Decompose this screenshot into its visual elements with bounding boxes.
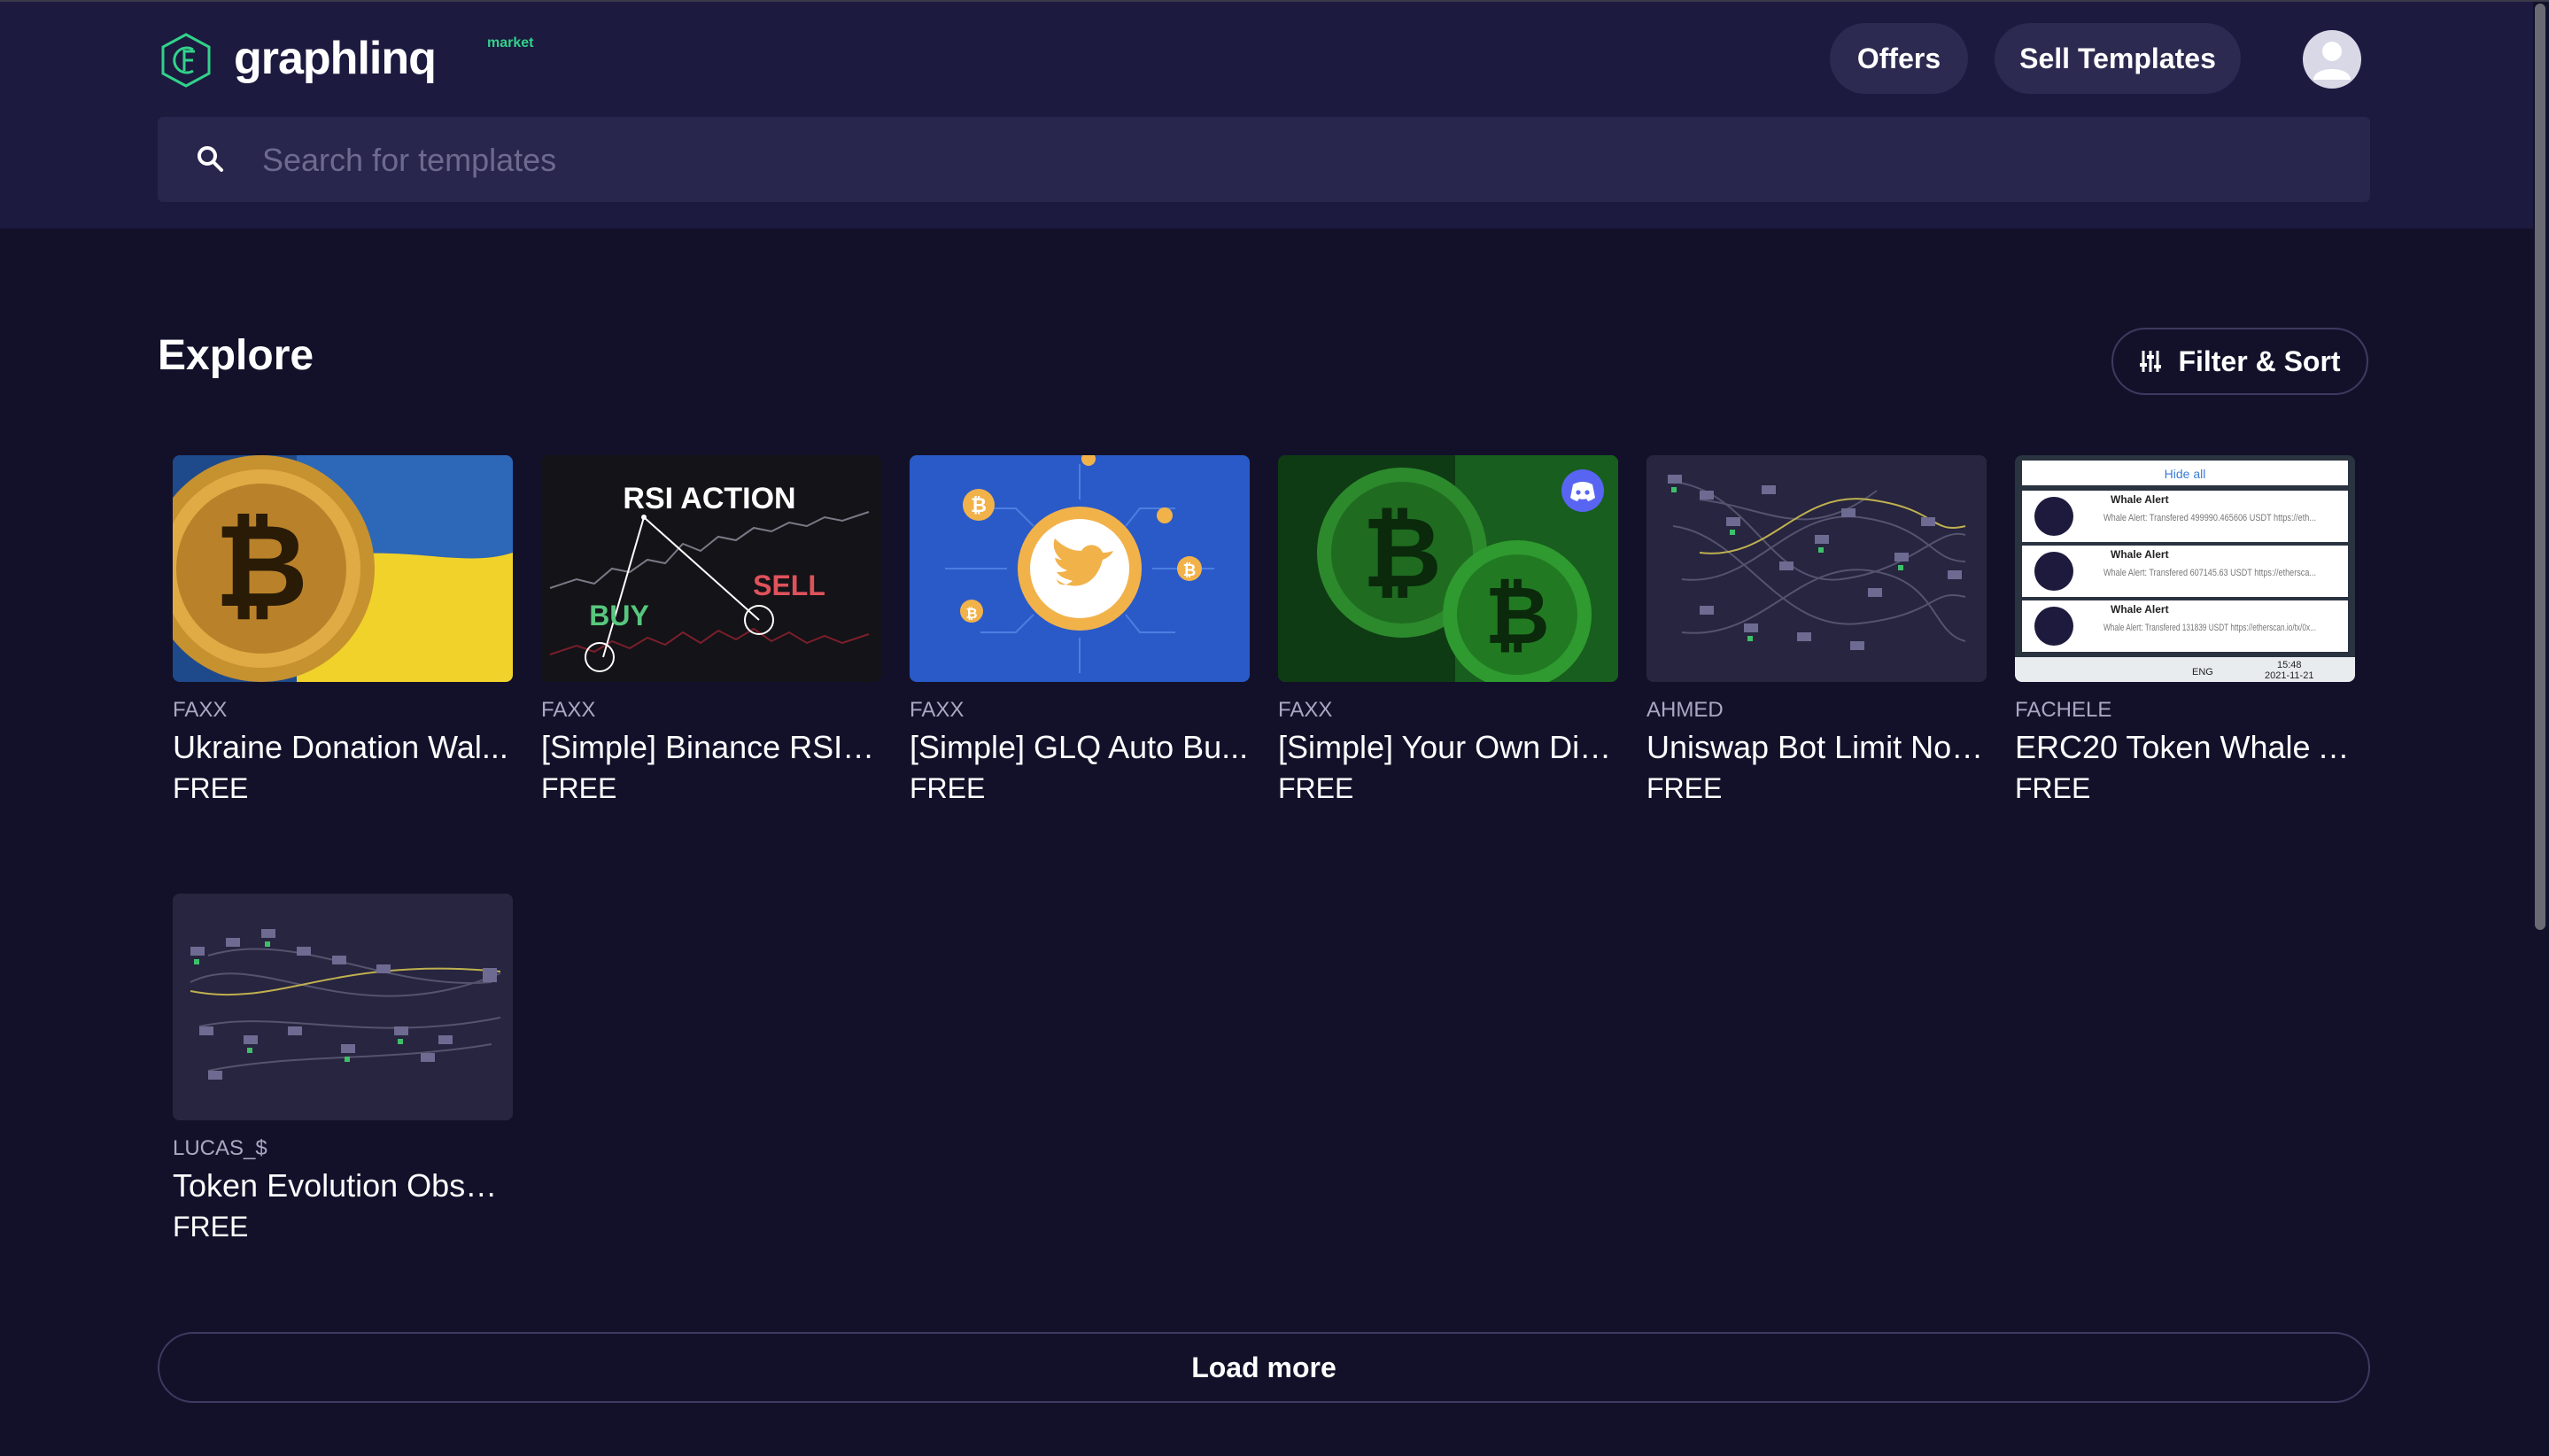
filter-sort-button[interactable]: Filter & Sort bbox=[2111, 328, 2368, 395]
offers-button[interactable]: Offers bbox=[1830, 23, 1968, 94]
load-more-button[interactable]: Load more bbox=[158, 1332, 2370, 1403]
card-price: FREE bbox=[910, 772, 986, 804]
scrollbar-thumb[interactable] bbox=[2535, 4, 2545, 930]
card-author: FAXX bbox=[541, 698, 596, 722]
taskbar-time: 15:48 bbox=[2277, 660, 2302, 670]
green-bitcoins-image: ₿ ₿ bbox=[1278, 455, 1618, 682]
logo[interactable]: graphlinq market bbox=[158, 32, 533, 89]
card-thumbnail[interactable]: Hide all Whale Alert Whale Alert: Transf… bbox=[2015, 455, 2355, 682]
sliders-icon bbox=[2140, 351, 2162, 372]
template-card[interactable]: ₿ FAXX Ukraine Donation Wal... FREE bbox=[173, 455, 513, 806]
explore-heading: Explore bbox=[158, 332, 314, 379]
search-icon bbox=[198, 146, 223, 172]
node-graph-image bbox=[1646, 455, 1987, 682]
rsi-heading: RSI ACTION bbox=[623, 482, 795, 515]
card-title[interactable]: Ukraine Donation Wal... bbox=[173, 728, 513, 767]
alert-title: Whale Alert bbox=[2111, 548, 2169, 561]
svg-text:₿: ₿ bbox=[971, 494, 987, 516]
alert-title: Whale Alert bbox=[2111, 603, 2169, 616]
card-thumbnail[interactable] bbox=[1646, 455, 1987, 682]
top-header: graphlinq market Offers Sell Templates bbox=[0, 2, 2549, 228]
person-icon bbox=[2313, 42, 2351, 80]
template-card[interactable]: RSI ACTION BUY SELL FAXX [Simple] Binanc… bbox=[541, 455, 881, 806]
card-author: FACHELE bbox=[2015, 698, 2112, 722]
card-price: FREE bbox=[541, 772, 617, 804]
template-card[interactable]: AHMED Uniswap Bot Limit Not... FREE bbox=[1646, 455, 1987, 806]
user-avatar-icon[interactable] bbox=[2303, 30, 2361, 89]
card-author: AHMED bbox=[1646, 698, 1724, 722]
card-author: LUCAS_$ bbox=[173, 1136, 267, 1160]
template-card[interactable]: ₿ ₿ FAXX [Simple] Your Own Dis... FREE bbox=[1278, 455, 1618, 806]
alert-title: Whale Alert bbox=[2111, 493, 2169, 506]
template-card[interactable]: Hide all Whale Alert Whale Alert: Transf… bbox=[2015, 455, 2355, 806]
graphlinq-logo-icon bbox=[161, 33, 211, 88]
alert-text: Whale Alert: Transfered 607145.63 USDT h… bbox=[2104, 568, 2316, 578]
svg-text:₿: ₿ bbox=[1484, 572, 1549, 661]
card-price: FREE bbox=[173, 1211, 249, 1243]
buy-label: BUY bbox=[589, 600, 649, 631]
card-title[interactable]: Uniswap Bot Limit Not... bbox=[1646, 728, 1987, 767]
search-input[interactable] bbox=[260, 117, 2336, 204]
card-thumbnail[interactable] bbox=[173, 894, 513, 1120]
card-title[interactable]: Token Evolution Obser... bbox=[173, 1166, 513, 1205]
hide-all-label: Hide all bbox=[2165, 467, 2206, 481]
card-price: FREE bbox=[1278, 772, 1354, 804]
card-thumbnail[interactable]: RSI ACTION BUY SELL bbox=[541, 455, 881, 682]
taskbar-date: 2021-11-21 bbox=[2265, 670, 2313, 681]
svg-text:₿: ₿ bbox=[1183, 561, 1197, 579]
alert-text: Whale Alert: Transfered 131839 USDT http… bbox=[2104, 623, 2316, 633]
card-title[interactable]: [Simple] Your Own Dis... bbox=[1278, 728, 1618, 767]
card-title[interactable]: [Simple] Binance RSI T... bbox=[541, 728, 881, 767]
card-thumbnail[interactable]: ₿ ₿ ₿ bbox=[910, 455, 1250, 682]
bitcoin-ukraine-image: ₿ bbox=[173, 455, 513, 682]
template-card[interactable]: ₿ ₿ ₿ FAXX [Simple] GLQ Auto Bu... FREE bbox=[910, 455, 1250, 806]
whale-alert-image: Hide all Whale Alert Whale Alert: Transf… bbox=[2015, 455, 2355, 682]
card-title[interactable]: [Simple] GLQ Auto Bu... bbox=[910, 728, 1250, 767]
twitter-bitcoin-image: ₿ ₿ ₿ bbox=[910, 455, 1250, 682]
template-card[interactable]: LUCAS_$ Token Evolution Obser... FREE bbox=[173, 894, 513, 1244]
filter-sort-label: Filter & Sort bbox=[2178, 345, 2341, 377]
card-author: FAXX bbox=[1278, 698, 1333, 722]
sell-label: SELL bbox=[753, 569, 825, 601]
card-price: FREE bbox=[1646, 772, 1723, 804]
svg-text:₿: ₿ bbox=[214, 501, 308, 631]
node-graph-image bbox=[173, 894, 513, 1120]
svg-text:₿: ₿ bbox=[1362, 499, 1442, 608]
logo-market-badge: market bbox=[487, 35, 534, 50]
card-thumbnail[interactable]: ₿ ₿ bbox=[1278, 455, 1618, 682]
alert-text: Whale Alert: Transfered 499990.465606 US… bbox=[2104, 513, 2316, 523]
card-title[interactable]: ERC20 Token Whale A... bbox=[2015, 728, 2355, 767]
svg-text:₿: ₿ bbox=[965, 606, 977, 622]
card-thumbnail[interactable]: ₿ bbox=[173, 455, 513, 682]
rsi-chart-image: RSI ACTION BUY SELL bbox=[541, 455, 881, 682]
taskbar-lang: ENG bbox=[2192, 667, 2213, 678]
logo-text: graphlinq bbox=[234, 33, 437, 84]
search-bar[interactable] bbox=[158, 117, 2370, 204]
card-author: FAXX bbox=[910, 698, 965, 722]
card-price: FREE bbox=[173, 772, 249, 804]
card-author: FAXX bbox=[173, 698, 228, 722]
sell-templates-button[interactable]: Sell Templates bbox=[1995, 23, 2241, 94]
card-price: FREE bbox=[2015, 772, 2091, 804]
